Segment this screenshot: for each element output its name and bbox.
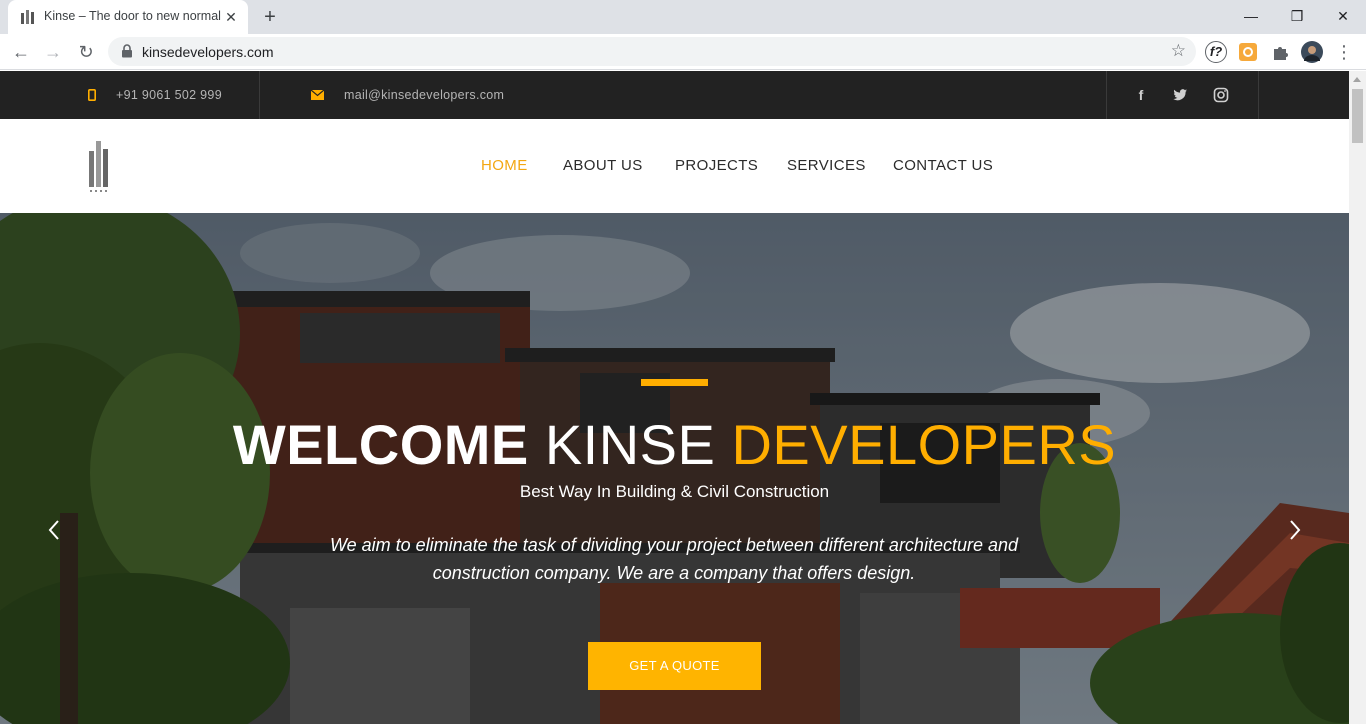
slider-next-arrow-icon[interactable] <box>1282 518 1306 542</box>
hero-headline: WELCOME KINSE DEVELOPERS <box>0 413 1349 477</box>
color-extension-icon[interactable] <box>1237 41 1259 63</box>
nav-projects[interactable]: PROJECTS <box>675 157 758 174</box>
headline-kinse: KINSE <box>544 413 716 476</box>
url-text: kinsedevelopers.com <box>142 44 274 60</box>
bookmark-star-icon[interactable]: ☆ <box>1171 41 1186 61</box>
nav-services[interactable]: SERVICES <box>787 157 866 174</box>
get-a-quote-button[interactable]: GET A QUOTE <box>588 642 761 690</box>
scrollbar-thumb[interactable] <box>1352 89 1363 143</box>
lock-icon <box>122 44 132 58</box>
headline-developers: DEVELOPERS <box>731 413 1117 476</box>
phone-icon <box>88 89 96 101</box>
hero-subheading: Best Way In Building & Civil Constructio… <box>519 482 830 501</box>
main-navigation: HOME ABOUT US PROJECTS SERVICES CONTACT … <box>0 119 1349 213</box>
address-bar[interactable]: kinsedevelopers.com ☆ <box>108 37 1196 66</box>
instagram-icon[interactable] <box>1212 86 1230 104</box>
forward-button[interactable]: → <box>40 39 66 65</box>
browser-menu-icon[interactable]: ⋮ <box>1333 41 1355 63</box>
hero-slider: WELCOME KINSE DEVELOPERS Best Way In Bui… <box>0 213 1349 724</box>
headline-welcome: WELCOME <box>232 413 529 476</box>
hero-description: We aim to eliminate the task of dividing… <box>329 535 1019 583</box>
nav-home[interactable]: HOME <box>481 157 528 174</box>
page-scrollbar[interactable] <box>1349 71 1366 724</box>
nav-about-us[interactable]: ABOUT US <box>563 157 643 174</box>
browser-tab[interactable]: Kinse – The door to new normal ✕ <box>8 0 248 34</box>
browser-tab-strip: Kinse – The door to new normal ✕ + — ❒ ✕ <box>0 0 1366 34</box>
tab-title: Kinse – The door to new normal <box>44 9 221 23</box>
profile-avatar-icon[interactable] <box>1301 41 1323 63</box>
topbar-divider <box>1106 71 1107 119</box>
puzzle-extensions-icon[interactable] <box>1269 41 1291 63</box>
site-favicon-icon <box>21 10 34 24</box>
facebook-icon[interactable]: f <box>1132 86 1150 104</box>
new-tab-button[interactable]: + <box>258 5 282 29</box>
minimize-button[interactable]: — <box>1228 2 1274 30</box>
kinse-logo[interactable] <box>87 139 111 195</box>
contact-topbar: +91 9061 502 999 mail@kinsedevelopers.co… <box>0 71 1349 119</box>
twitter-icon[interactable] <box>1171 86 1189 104</box>
browser-toolbar: ← → ↻ kinsedevelopers.com ☆ f? ⋮ <box>0 34 1366 70</box>
back-button[interactable]: ← <box>8 39 34 65</box>
font-extension-icon[interactable]: f? <box>1205 41 1227 63</box>
hero-accent-bar <box>641 379 708 386</box>
scroll-up-arrow-icon[interactable] <box>1353 77 1361 82</box>
topbar-divider <box>1258 71 1259 119</box>
topbar-phone[interactable]: +91 9061 502 999 <box>116 88 222 102</box>
email-icon <box>311 90 324 100</box>
webpage: +91 9061 502 999 mail@kinsedevelopers.co… <box>0 71 1349 724</box>
tab-close-icon[interactable]: ✕ <box>222 8 240 26</box>
restore-button[interactable]: ❒ <box>1274 2 1320 30</box>
topbar-email[interactable]: mail@kinsedevelopers.com <box>344 88 504 102</box>
close-window-button[interactable]: ✕ <box>1320 2 1366 30</box>
topbar-divider <box>259 71 260 119</box>
slider-prev-arrow-icon[interactable] <box>43 518 67 542</box>
reload-button[interactable]: ↻ <box>73 39 99 65</box>
nav-contact-us[interactable]: CONTACT US <box>893 157 993 174</box>
